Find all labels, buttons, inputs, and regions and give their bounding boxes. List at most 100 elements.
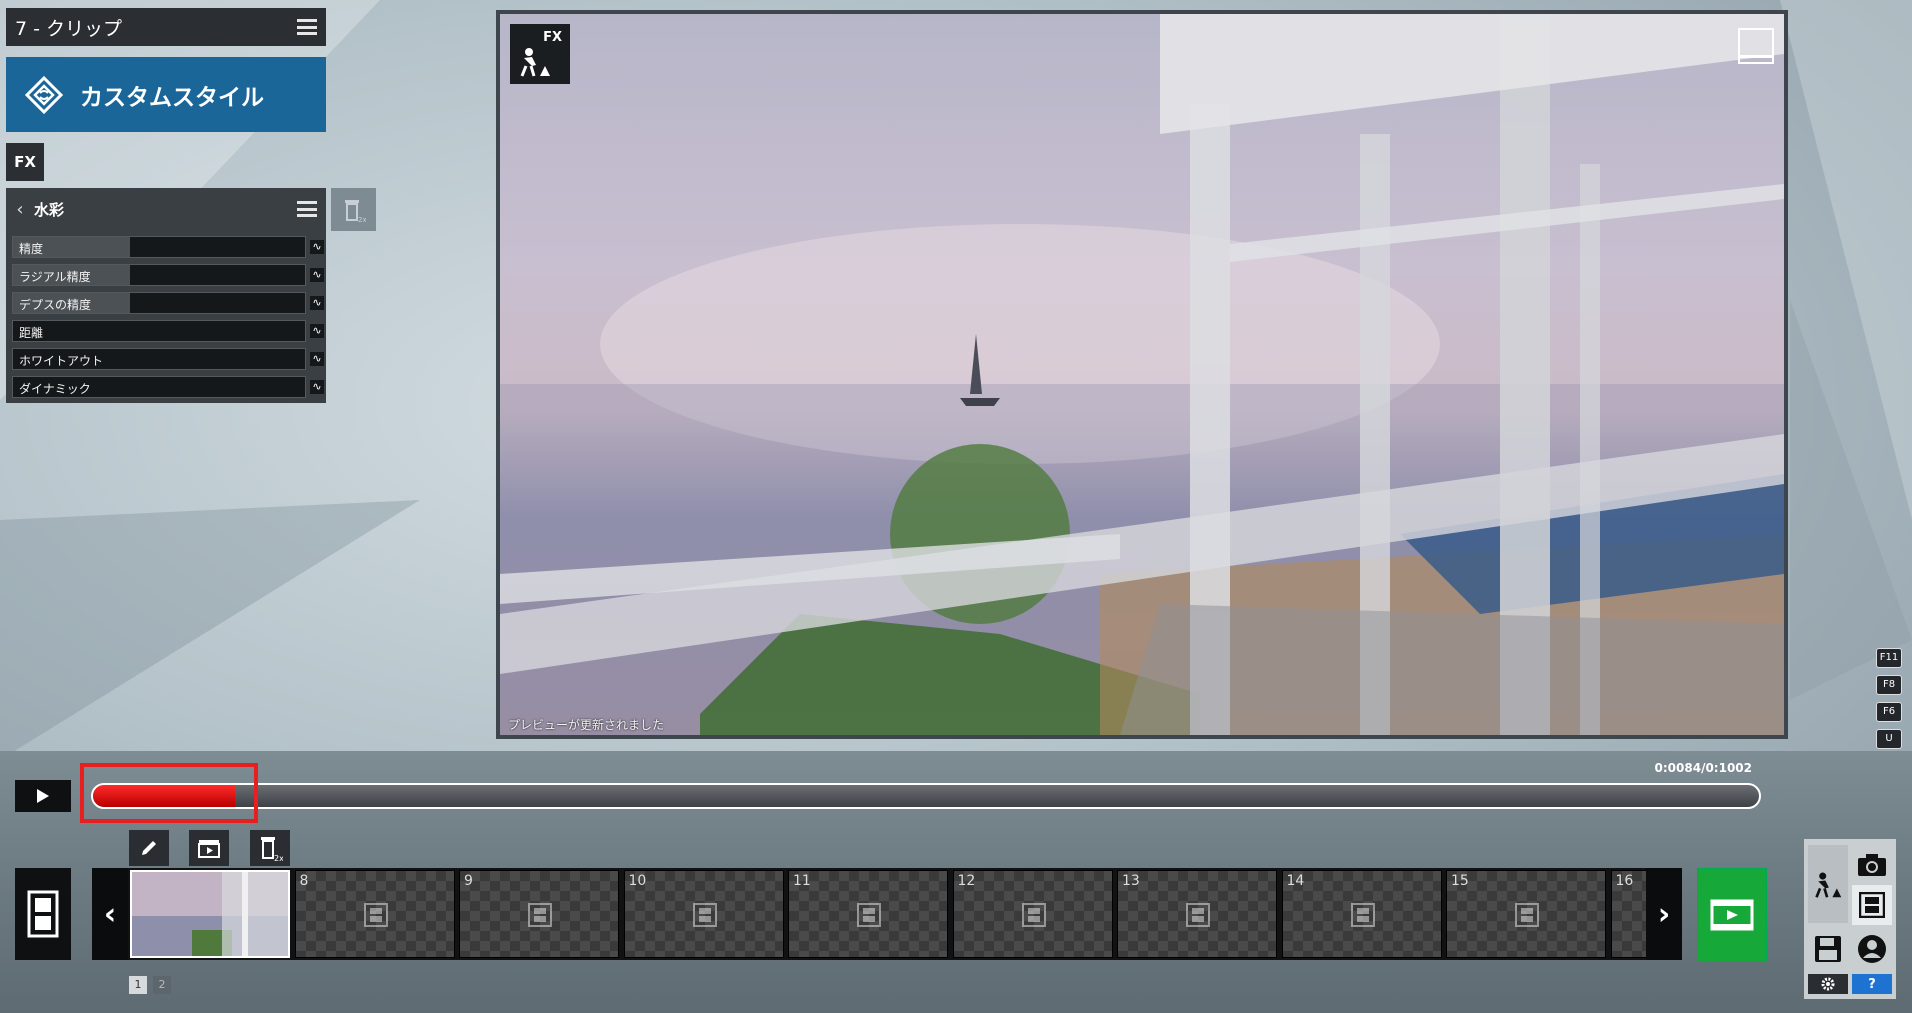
clip-slot[interactable]: 8 <box>294 870 455 958</box>
clip-slot[interactable]: 10 <box>623 870 784 958</box>
page-1-button[interactable]: 1 <box>129 976 147 994</box>
film-icon <box>528 903 552 927</box>
hotkey-f8[interactable]: F8 <box>1876 675 1902 695</box>
effect-menu-icon[interactable] <box>297 201 317 217</box>
param-label: ラジアル精度 <box>19 270 91 284</box>
strip-next-button[interactable]: › <box>1646 868 1682 960</box>
help-button[interactable]: ? <box>1852 974 1892 994</box>
pencil-icon <box>142 841 156 855</box>
clip-slot[interactable]: 11 <box>788 870 948 958</box>
construction-worker-icon <box>520 48 550 77</box>
render-movie-button[interactable] <box>1697 868 1767 962</box>
param-label: ダイナミック <box>19 382 91 396</box>
trash-icon: 2x <box>344 199 366 223</box>
construction-worker-icon <box>1815 872 1842 898</box>
fx-badge-label: FX <box>543 30 562 45</box>
hotkey-f11[interactable]: F11 <box>1876 648 1902 668</box>
clip-slot-number: 9 <box>464 873 473 889</box>
keyframe-wave-icon[interactable]: ∿ <box>310 380 324 394</box>
movie-play-icon <box>1710 899 1754 931</box>
film-strip-icon <box>27 890 59 938</box>
clip-slot[interactable]: 14 <box>1281 870 1442 958</box>
param-slider[interactable]: ホワイトアウト <box>12 348 306 370</box>
param-label: デプスの精度 <box>19 298 92 312</box>
page-2-button[interactable]: 2 <box>153 976 171 994</box>
clip-title: 7 - クリップ <box>15 17 123 40</box>
clip-slot[interactable]: 9 <box>459 870 619 958</box>
effect-name: 水彩 <box>34 200 65 219</box>
play-icon <box>37 789 49 803</box>
film-strip-icon <box>1859 892 1885 918</box>
effect-header: ‹ 水彩 <box>6 188 326 230</box>
time-display: 0:0084/0:1002 <box>1654 761 1752 775</box>
clip-slot[interactable]: 13 <box>1117 870 1277 958</box>
clip-slot-number: 11 <box>793 873 811 889</box>
style-icon <box>24 75 64 114</box>
clip-slot-number: 16 <box>1615 873 1634 889</box>
clip-slot-number: 8 <box>299 873 309 889</box>
custom-style-button[interactable]: カスタムスタイル <box>6 57 326 132</box>
film-mode-button[interactable] <box>1852 885 1892 925</box>
hotkey-column: F11 F8 F6 U <box>1876 648 1902 756</box>
film-icon <box>1021 903 1046 927</box>
param-slider[interactable]: 距離 <box>12 320 306 342</box>
back-chevron-icon[interactable]: ‹ <box>6 199 34 220</box>
settings-button[interactable] <box>1808 974 1848 994</box>
clip-slot-number: 14 <box>1286 873 1305 889</box>
effect-panel: ‹ 水彩 精度 ∿ ラジアル精度 ∿ デプスの精度 ∿ 距離 ∿ ホワイトアウト ∿ ダイナミック ∿ <box>6 188 326 403</box>
clip-slot-number: 13 <box>1122 873 1140 889</box>
mode-panel: ? <box>1804 839 1896 999</box>
film-icon <box>692 903 717 927</box>
film-icon <box>1186 903 1210 927</box>
clip-slot[interactable]: 15 <box>1446 870 1606 958</box>
floppy-disk-icon <box>1815 936 1841 962</box>
film-icon <box>1350 903 1375 927</box>
save-button[interactable] <box>1808 929 1848 969</box>
fx-button[interactable]: FX <box>6 143 44 181</box>
fullscreen-button[interactable] <box>1738 28 1774 64</box>
trash-icon: 2x <box>261 837 283 862</box>
snapshot-button[interactable] <box>1852 845 1892 885</box>
edit-button[interactable] <box>129 830 169 866</box>
clip-menu-icon[interactable] <box>297 19 317 35</box>
hotkey-u[interactable]: U <box>1876 729 1902 749</box>
keyframe-wave-icon[interactable]: ∿ <box>310 296 324 310</box>
param-slider[interactable]: ダイナミック <box>12 376 306 398</box>
svg-text:2x: 2x <box>274 854 283 862</box>
account-button[interactable] <box>1852 929 1892 969</box>
film-toggle-button[interactable] <box>15 868 71 960</box>
clip-slot-number: 10 <box>628 873 647 889</box>
keyframe-wave-icon[interactable]: ∿ <box>310 268 324 282</box>
param-slider[interactable]: ラジアル精度 <box>12 264 306 286</box>
preview-status-text: プレビューが更新されました <box>508 718 665 732</box>
param-label: 距離 <box>19 326 44 340</box>
clip-preview-button[interactable] <box>189 830 229 866</box>
timeline-slider[interactable] <box>91 783 1761 809</box>
fx-mode-button[interactable] <box>1808 845 1848 923</box>
clip-slot-number: 12 <box>957 873 976 889</box>
keyframe-wave-icon[interactable]: ∿ <box>310 352 324 366</box>
play-button[interactable] <box>15 780 71 812</box>
keyframe-wave-icon[interactable]: ∿ <box>310 240 324 254</box>
clip-strip: ‹ 8 9 10 11 12 13 14 15 16 › <box>92 868 1682 960</box>
param-label: ホワイトアウト <box>19 354 104 368</box>
fx-badge[interactable]: FX <box>510 24 570 84</box>
hotkey-f6[interactable]: F6 <box>1876 702 1902 722</box>
param-slider[interactable]: デプスの精度 <box>12 292 306 314</box>
keyframe-wave-icon[interactable]: ∿ <box>310 324 324 338</box>
custom-style-label: カスタムスタイル <box>80 84 264 111</box>
delete-effect-button[interactable]: 2x <box>331 188 376 231</box>
delete-clip-button[interactable]: 2x <box>250 830 290 866</box>
camera-icon <box>1858 854 1886 876</box>
film-icon <box>363 903 388 927</box>
preview-image <box>500 14 1784 735</box>
clapper-icon <box>198 840 220 858</box>
user-icon <box>1858 935 1886 963</box>
strip-prev-button[interactable]: ‹ <box>92 868 128 960</box>
highlight-annotation <box>80 763 258 823</box>
clip-slot[interactable]: 12 <box>952 870 1113 958</box>
clip-thumbnail <box>132 872 288 956</box>
clip-slot-number: 15 <box>1451 873 1469 889</box>
clip-slot-active[interactable] <box>130 870 290 958</box>
param-slider[interactable]: 精度 <box>12 236 306 258</box>
